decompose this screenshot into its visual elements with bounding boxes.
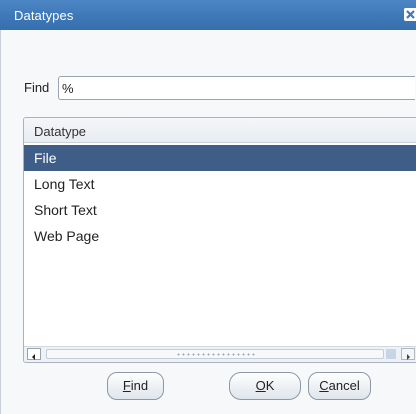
grip-icon — [176, 352, 256, 357]
list-item-label: Short Text — [34, 202, 97, 218]
find-button-mnemonic: F — [122, 378, 131, 393]
list-rows: File Long Text Short Text Web Page — [24, 145, 416, 249]
window-title: Datatypes — [14, 8, 74, 23]
find-button-label: ind — [130, 378, 149, 393]
list-item-label: Web Page — [34, 228, 100, 244]
scroll-track-end — [386, 349, 396, 359]
ok-button-label: K — [265, 378, 275, 393]
close-icon[interactable] — [404, 8, 416, 21]
find-input[interactable] — [58, 76, 415, 100]
list-item-label: Long Text — [34, 176, 95, 192]
scroll-right-button[interactable] — [401, 348, 415, 360]
list-item[interactable]: Web Page — [24, 223, 416, 249]
ok-button-mnemonic: O — [255, 378, 266, 393]
list-item[interactable]: Long Text — [24, 171, 416, 197]
scroll-left-button[interactable] — [27, 348, 41, 360]
cancel-button-label: ancel — [328, 378, 360, 393]
find-label: Find — [24, 80, 50, 95]
datatypes-dialog: Datatypes Find Datatype File Long Text S… — [0, 0, 416, 414]
chevron-left-icon — [32, 354, 35, 360]
list-item[interactable]: File — [24, 145, 416, 171]
horizontal-scrollbar[interactable] — [24, 346, 416, 362]
title-bar[interactable]: Datatypes — [0, 0, 416, 30]
column-header-label: Datatype — [34, 124, 87, 139]
ok-button[interactable]: OK — [229, 372, 301, 400]
list-item-label: File — [34, 150, 57, 166]
column-header-datatype[interactable]: Datatype — [24, 118, 416, 143]
cancel-button-mnemonic: C — [319, 378, 329, 393]
find-button[interactable]: Find — [107, 372, 164, 400]
list-item[interactable]: Short Text — [24, 197, 416, 223]
scroll-thumb[interactable] — [46, 349, 384, 359]
chevron-right-icon — [407, 354, 410, 360]
datatype-list[interactable]: Datatype File Long Text Short Text Web P… — [23, 117, 416, 363]
cancel-button[interactable]: Cancel — [308, 372, 371, 400]
